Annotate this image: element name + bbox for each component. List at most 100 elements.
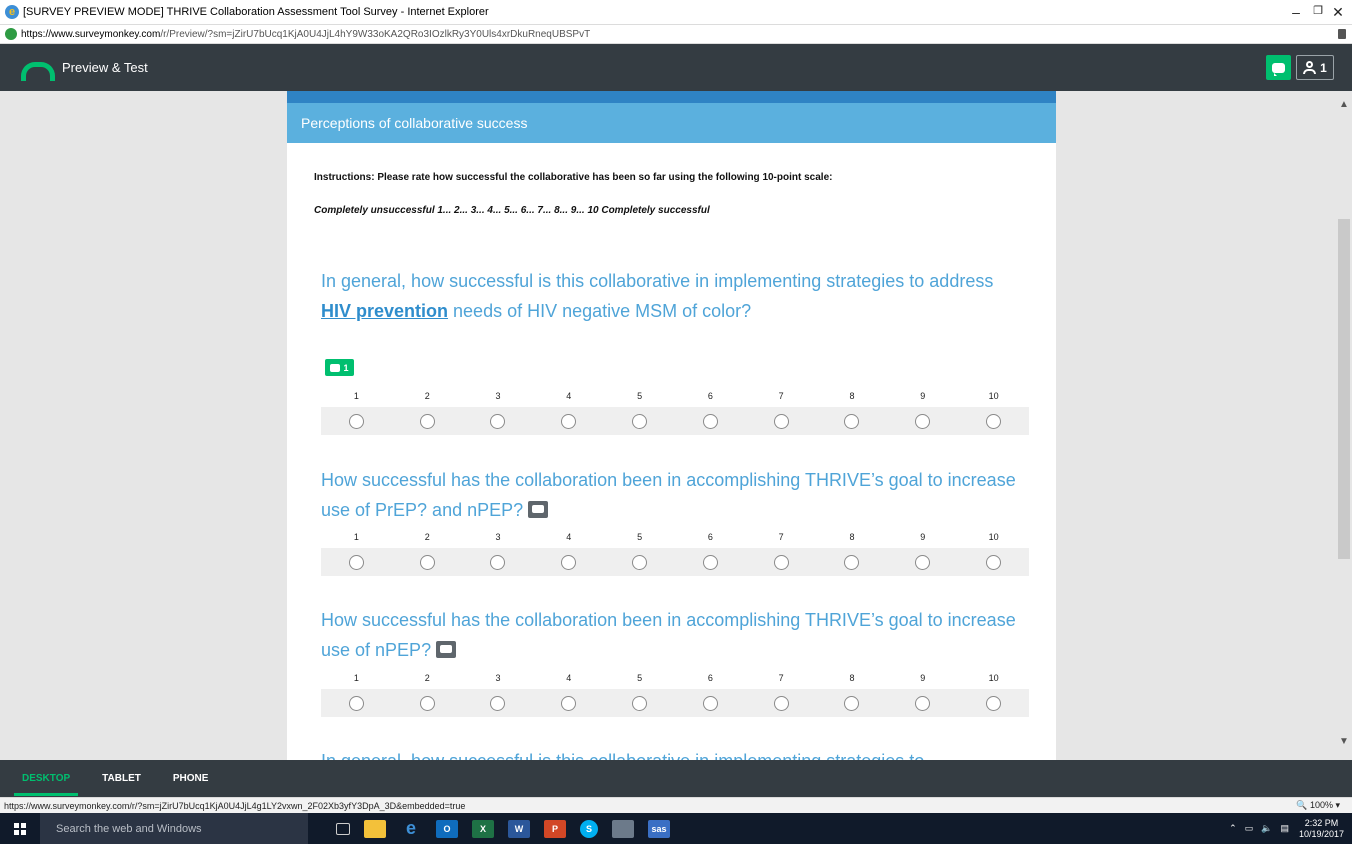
rating-radio-5[interactable]: [632, 695, 648, 711]
rating-radio-1[interactable]: [348, 554, 364, 570]
network-icon[interactable]: ▭: [1245, 823, 1254, 834]
comment-icon[interactable]: [436, 641, 457, 658]
taskbar-search-input[interactable]: Search the web and Windows: [40, 813, 308, 844]
question-4-title: In general, how successful is this colla…: [321, 746, 1021, 760]
windows-taskbar: Search the web and Windows e O X W P S s…: [0, 813, 1352, 844]
address-bar[interactable]: https://www.surveymonkey.com/r/Preview/?…: [0, 24, 1352, 44]
rating-radio-6[interactable]: [702, 554, 718, 570]
url-path: /r/Preview/?sm=jZirU7bUcq1KjA0U4JjL4hY9W…: [160, 28, 591, 40]
question-1-title: In general, how successful is this colla…: [321, 266, 1021, 326]
powerpoint-icon[interactable]: P: [544, 819, 566, 838]
restore-button[interactable]: ❐: [1310, 4, 1326, 17]
scale-labels: 1 2 3 4 5 6 7 8 9 10: [321, 391, 1029, 405]
rating-radio-3[interactable]: [490, 554, 506, 570]
tray-chevron-icon[interactable]: ⌃: [1229, 823, 1237, 834]
close-button[interactable]: ✕: [1330, 4, 1346, 21]
comment-icon[interactable]: [528, 501, 549, 518]
question-3-scale: 1 2 3 4 5 6 7 8 9 10: [321, 673, 1029, 717]
rating-radio-2[interactable]: [419, 695, 435, 711]
reviewers-button[interactable]: 1: [1296, 55, 1334, 80]
rating-radio-9[interactable]: [915, 554, 931, 570]
rating-radio-5[interactable]: [632, 413, 648, 429]
scale-label: 6: [707, 532, 713, 542]
tab-desktop[interactable]: DESKTOP: [13, 760, 79, 797]
site-icon: [5, 28, 17, 40]
scale-label: 6: [707, 673, 713, 683]
clock[interactable]: 2:32 PM 10/19/2017: [1299, 818, 1344, 840]
rating-radio-3[interactable]: [490, 413, 506, 429]
outlook-icon[interactable]: O: [436, 819, 458, 838]
rating-radio-7[interactable]: [773, 554, 789, 570]
scroll-down-icon[interactable]: ▼: [1339, 736, 1349, 747]
rating-radio-4[interactable]: [561, 695, 577, 711]
task-view-icon[interactable]: [336, 822, 350, 835]
scale-label: 10: [988, 673, 999, 683]
photos-icon[interactable]: [612, 819, 634, 838]
scrollbar-thumb[interactable]: [1338, 219, 1350, 559]
rating-radio-8[interactable]: [844, 554, 860, 570]
rating-row: [321, 407, 1029, 435]
rating-radio-9[interactable]: [915, 413, 931, 429]
scale-label: 3: [495, 532, 501, 542]
page-scrollbar[interactable]: ▲ ▼: [1336, 91, 1352, 760]
toolbar-title: Preview & Test: [62, 60, 148, 75]
rating-radio-1[interactable]: [348, 413, 364, 429]
scale-label: 6: [707, 391, 713, 401]
instructions-text: Instructions: Please rate how successful…: [314, 172, 833, 183]
scale-labels: 1 2 3 4 5 6 7 8 9 10: [321, 673, 1029, 687]
scale-label: 5: [637, 532, 643, 542]
scroll-up-icon[interactable]: ▲: [1339, 99, 1349, 110]
scale-label: 8: [849, 532, 855, 542]
rating-radio-8[interactable]: [844, 695, 860, 711]
word-icon[interactable]: W: [508, 819, 530, 838]
rating-radio-6[interactable]: [702, 413, 718, 429]
sas-icon[interactable]: sas: [648, 819, 670, 838]
rating-radio-1[interactable]: [348, 695, 364, 711]
question-1-comment-badge[interactable]: 1: [325, 359, 354, 376]
rating-radio-8[interactable]: [844, 413, 860, 429]
volume-icon[interactable]: 🔈: [1261, 823, 1272, 834]
rating-radio-6[interactable]: [702, 695, 718, 711]
rating-radio-2[interactable]: [419, 554, 435, 570]
zoom-level[interactable]: 🔍 100% ▾: [1296, 800, 1340, 811]
scale-label: 3: [495, 391, 501, 401]
rating-radio-5[interactable]: [632, 554, 648, 570]
excel-icon[interactable]: X: [472, 819, 494, 838]
browser-title-bar: e [SURVEY PREVIEW MODE] THRIVE Collabora…: [0, 0, 1352, 24]
tab-phone[interactable]: PHONE: [173, 760, 209, 797]
rating-radio-4[interactable]: [561, 554, 577, 570]
browser-status-bar: https://www.surveymonkey.com/r/?sm=jZirU…: [0, 797, 1352, 813]
internet-explorer-taskbar-icon[interactable]: e: [400, 818, 422, 838]
url-host: https://www.surveymonkey.com: [21, 28, 161, 40]
comments-button[interactable]: [1266, 55, 1291, 80]
rating-radio-3[interactable]: [490, 695, 506, 711]
rating-radio-9[interactable]: [915, 695, 931, 711]
scale-label: 2: [424, 391, 430, 401]
rating-radio-10[interactable]: [986, 695, 1002, 711]
rating-radio-7[interactable]: [773, 695, 789, 711]
hiv-prevention-link[interactable]: HIV prevention: [321, 301, 448, 321]
rating-radio-2[interactable]: [419, 413, 435, 429]
rating-radio-7[interactable]: [773, 413, 789, 429]
internet-explorer-icon: e: [5, 5, 19, 19]
question-2-title: How successful has the collaboration bee…: [321, 465, 1021, 525]
page-title: Perceptions of collaborative success: [287, 103, 1056, 143]
scale-label: 10: [988, 532, 999, 542]
rating-radio-10[interactable]: [986, 554, 1002, 570]
start-button[interactable]: [0, 813, 40, 844]
minimize-button[interactable]: –: [1288, 4, 1304, 20]
preview-toolbar: Preview & Test 1: [0, 44, 1352, 91]
scale-label: 2: [424, 532, 430, 542]
tab-tablet[interactable]: TABLET: [102, 760, 141, 797]
rating-radio-4[interactable]: [561, 413, 577, 429]
surveymonkey-logo-icon[interactable]: [18, 58, 55, 81]
scale-labels: 1 2 3 4 5 6 7 8 9 10: [321, 532, 1029, 546]
question-1-scale: 1 2 3 4 5 6 7 8 9 10: [321, 391, 1029, 435]
rating-radio-10[interactable]: [986, 413, 1002, 429]
notifications-icon[interactable]: ▤: [1280, 823, 1289, 834]
question-2-text: How successful has the collaboration bee…: [321, 470, 1016, 520]
question-2-scale: 1 2 3 4 5 6 7 8 9 10: [321, 532, 1029, 576]
system-tray: ⌃ ▭ 🔈 ▤ 2:32 PM 10/19/2017: [1229, 813, 1344, 844]
file-explorer-icon[interactable]: [364, 819, 386, 838]
skype-icon[interactable]: S: [580, 819, 598, 838]
